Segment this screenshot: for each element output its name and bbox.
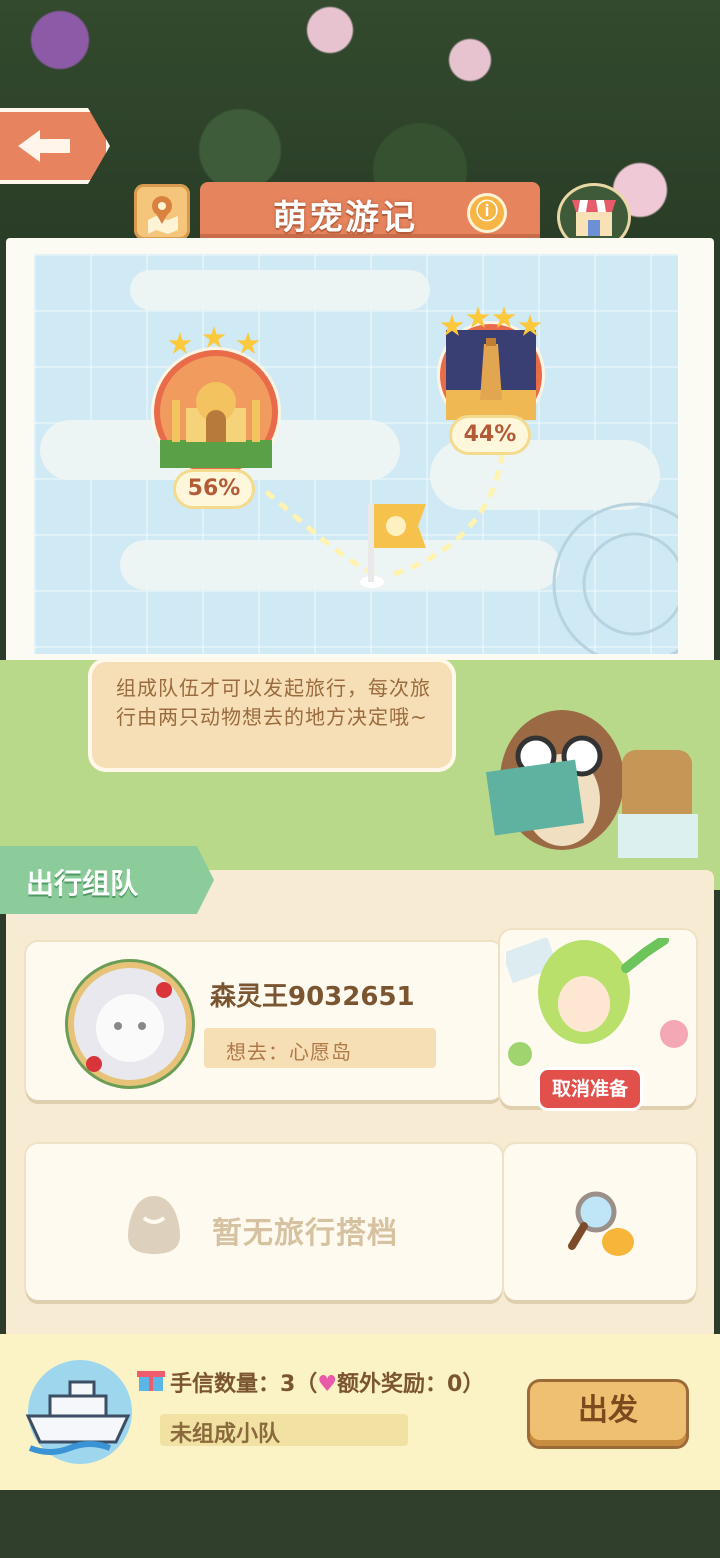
garden-background-bottom <box>0 1490 720 1558</box>
map-pin-icon <box>148 196 178 234</box>
page-title: 萌宠游记 <box>273 198 417 238</box>
gift-icon <box>137 1371 165 1391</box>
info-icon[interactable]: ⓘ <box>470 196 504 230</box>
map-button[interactable] <box>134 184 190 240</box>
cruise-ship-icon <box>25 1360 132 1464</box>
team-status-label: 未组成小队 <box>170 1422 281 1447</box>
bonus-reward-text: 额外奖励：0） <box>337 1372 485 1397</box>
want-destination-label: 想去：心愿岛 <box>226 1040 352 1064</box>
flag-icon <box>360 504 426 588</box>
destination-taj-mahal[interactable] <box>160 356 272 468</box>
depart-button[interactable]: 出发 <box>530 1382 686 1446</box>
back-arrow-icon <box>18 130 70 162</box>
progress-label: 56% <box>176 472 252 506</box>
forest-king-pet-illustration <box>506 938 688 1066</box>
map-paths <box>262 453 678 654</box>
destination-lighthouse-tower[interactable] <box>446 330 536 420</box>
avatar-icon <box>86 982 172 1072</box>
no-partner-label: 暂无旅行搭档 <box>212 1216 398 1251</box>
magnifier-icon <box>568 1191 634 1256</box>
tower-icon <box>446 330 536 420</box>
palace-icon <box>160 382 272 468</box>
team-section-label: 出行组队 <box>26 867 139 900</box>
egg-placeholder-icon <box>128 1196 180 1254</box>
heart-icon: ♥ <box>317 1372 338 1397</box>
avatar[interactable] <box>74 968 186 1080</box>
guide-text: 组成队伍才可以发起旅行，每次旅行由两只动物想去的地方决定哦~ <box>116 676 431 729</box>
cancel-ready-button[interactable]: 取消准备 <box>540 1070 640 1108</box>
souvenir-count-text: 手信数量：3（ <box>170 1372 318 1397</box>
member-name: 森灵王9032651 <box>210 982 415 1012</box>
souvenir-count-label: 手信数量：3（♥额外奖励：0） <box>170 1366 484 1398</box>
owl-guide-illustration <box>485 710 698 858</box>
progress-label: 44% <box>452 418 528 452</box>
